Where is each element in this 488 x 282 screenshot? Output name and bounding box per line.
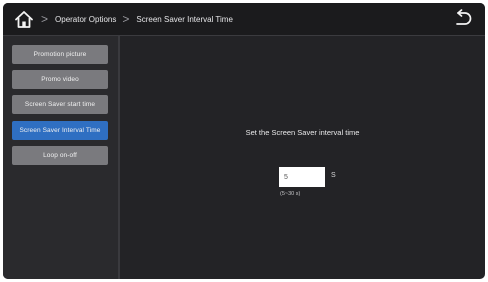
app-window: > Operator Options > Screen Saver Interv… bbox=[3, 3, 485, 279]
back-button[interactable] bbox=[453, 9, 473, 29]
sidebar-item-label: Promotion picture bbox=[33, 51, 87, 58]
sidebar-item-label: Screen Saver start time bbox=[24, 101, 96, 108]
range-hint: (5~30 s) bbox=[280, 191, 301, 197]
top-bar: > Operator Options > Screen Saver Interv… bbox=[3, 3, 485, 36]
sidebar: Promotion picture Promo video Screen Sav… bbox=[3, 36, 120, 279]
chevron-right-icon: > bbox=[122, 12, 130, 26]
sidebar-item-promotion-picture[interactable]: Promotion picture bbox=[12, 45, 108, 64]
unit-label: S bbox=[331, 172, 336, 179]
breadcrumb-operator-options[interactable]: Operator Options bbox=[55, 15, 116, 24]
home-icon bbox=[15, 10, 33, 28]
sidebar-item-loop-on-off[interactable]: Loop on-off bbox=[12, 146, 108, 165]
sidebar-item-label: Loop on-off bbox=[43, 152, 77, 159]
sidebar-item-label: Promo video bbox=[41, 76, 79, 83]
main-panel: Set the Screen Saver interval time S (5~… bbox=[120, 36, 485, 279]
sidebar-item-label: Screen Saver Interval Time bbox=[19, 127, 101, 134]
interval-time-input[interactable] bbox=[279, 167, 325, 187]
back-arrow-icon bbox=[456, 9, 472, 25]
home-button[interactable] bbox=[13, 8, 35, 30]
sidebar-item-screen-saver-start-time[interactable]: Screen Saver start time bbox=[12, 95, 108, 114]
page-title: Screen Saver Interval Time bbox=[136, 14, 233, 24]
sidebar-item-promo-video[interactable]: Promo video bbox=[12, 70, 108, 89]
chevron-right-icon: > bbox=[41, 12, 49, 26]
sidebar-item-screen-saver-interval-time[interactable]: Screen Saver Interval Time bbox=[12, 121, 108, 140]
settings-heading: Set the Screen Saver interval time bbox=[245, 128, 360, 137]
